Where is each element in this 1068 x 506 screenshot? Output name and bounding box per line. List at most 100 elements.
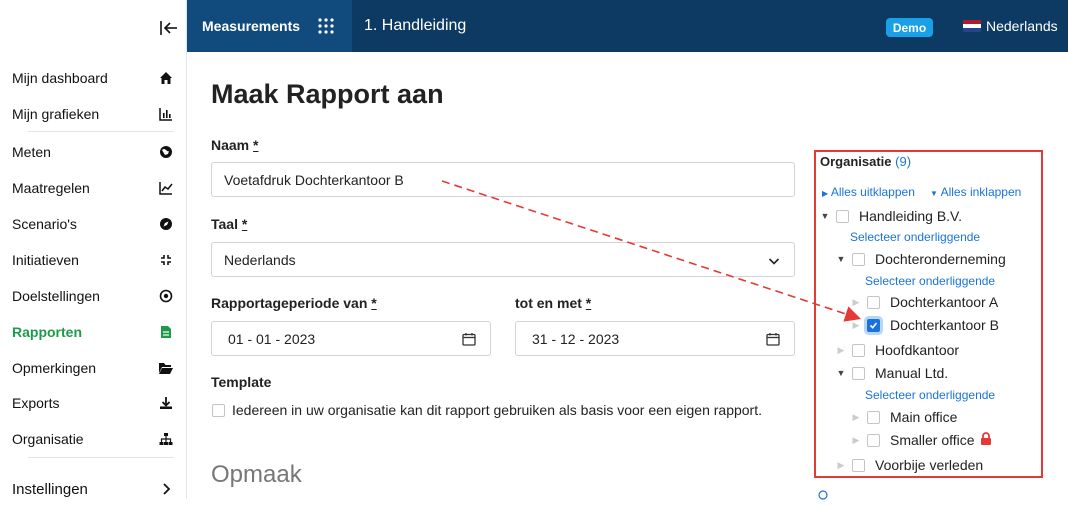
collapse-sidebar-icon[interactable] (158, 18, 180, 38)
tree-node-label: Dochterkantoor B (890, 317, 999, 333)
globe-icon (158, 144, 174, 160)
tree-node-label: Smaller office (890, 432, 975, 448)
node-checkbox[interactable] (852, 252, 865, 266)
name-label-text: Naam (211, 137, 250, 153)
period-from-label: Rapportageperiode van * (211, 295, 377, 311)
select-children-link[interactable]: Selecteer onderliggende (865, 274, 995, 288)
required-mark: * (585, 295, 592, 311)
tree-node[interactable]: ▶ Hoofdkantoor (836, 341, 960, 359)
organisation-panel: Organisatie (9) ▶ Alles uitklappen ▼ All… (814, 150, 1043, 478)
sidebar-item-scenarios[interactable]: Scenario's (0, 207, 186, 241)
sidebar-item-charts[interactable]: Mijn grafieken (0, 97, 186, 131)
period-to-value: 31 - 12 - 2023 (532, 330, 620, 347)
template-checkbox-text: Iedereen in uw organisatie kan dit rappo… (232, 402, 762, 418)
node-checkbox[interactable] (867, 433, 880, 447)
sidebar-item-initiatieven[interactable]: Initiatieven (0, 243, 186, 277)
tree-node[interactable]: ▼ Manual Ltd. (836, 364, 949, 382)
sidebar-item-exports[interactable]: Exports (0, 386, 186, 420)
download-icon (158, 395, 174, 411)
language-label: Nederlands (986, 18, 1058, 34)
template-option[interactable]: Iedereen in uw organisatie kan dit rappo… (212, 402, 762, 418)
expand-all-label: Alles uitklappen (830, 185, 915, 199)
tree-node[interactable]: ▶ Smaller office (851, 431, 992, 449)
sidebar-item-rapporten[interactable]: Rapporten (0, 315, 186, 349)
required-mark: * (241, 216, 248, 232)
sidebar-item-instellingen[interactable]: Instellingen (0, 472, 186, 506)
measurements-menu[interactable]: Measurements (187, 0, 352, 52)
tree-node[interactable]: ▼ Dochteronderneming (836, 250, 1006, 268)
period-to-date-input[interactable]: 31 - 12 - 2023 (515, 321, 795, 356)
language-label: Taal * (211, 216, 247, 232)
sidebar-item-label: Organisatie (12, 431, 84, 447)
node-checkbox[interactable] (867, 410, 880, 424)
node-checkbox-checked[interactable] (867, 318, 880, 332)
collapse-all-link[interactable]: ▼ Alles inklappen (930, 185, 1021, 199)
required-mark: * (253, 137, 259, 153)
target-icon (158, 288, 174, 304)
period-from-label-text: Rapportageperiode van (211, 295, 368, 311)
caret-down-icon[interactable]: ▼ (836, 254, 846, 264)
line-chart-icon (158, 180, 174, 196)
tree-node[interactable]: ▶ Dochterkantoor A (851, 293, 999, 311)
top-bar: Measurements 1. Handleiding Demo Nederla… (187, 0, 1068, 52)
caret-down-icon[interactable]: ▼ (836, 368, 846, 378)
select-children-link[interactable]: Selecteer onderliggende (850, 230, 980, 244)
sidebar-item-meten[interactable]: Meten (0, 135, 186, 169)
sidebar-item-label: Scenario's (12, 216, 77, 232)
collapse-all-label: Alles inklappen (940, 185, 1022, 199)
folder-open-icon (158, 360, 174, 376)
template-checkbox[interactable] (212, 403, 225, 417)
tree-node-label: Handleiding B.V. (859, 208, 963, 224)
sidebar-item-label: Mijn dashboard (12, 70, 108, 86)
bottom-link-icon[interactable] (818, 489, 828, 503)
caret-right-icon: ▶ (852, 296, 860, 307)
tree-node[interactable]: ▼ Handleiding B.V. (820, 207, 962, 225)
collapse-arrows-icon (158, 252, 174, 268)
sidebar-item-maatregelen[interactable]: Maatregelen (0, 171, 186, 205)
sidebar-item-label: Maatregelen (12, 180, 90, 196)
language-select[interactable]: Nederlands (211, 242, 795, 277)
node-checkbox[interactable] (867, 295, 880, 309)
sidebar-item-doelstellingen[interactable]: Doelstellingen (0, 279, 186, 313)
compass-icon (158, 216, 174, 232)
tree-node-label: Main office (890, 409, 958, 425)
node-checkbox[interactable] (852, 343, 865, 357)
period-from-date-input[interactable]: 01 - 01 - 2023 (211, 321, 491, 356)
select-children-link[interactable]: Selecteer onderliggende (865, 388, 995, 402)
tree-node[interactable]: ▶ Voorbije verleden (836, 456, 984, 474)
tree-node-label: Dochterkantoor A (890, 294, 999, 310)
sidebar-item-opmerkingen[interactable]: Opmerkingen (0, 351, 186, 385)
sidebar-item-label: Meten (12, 144, 51, 160)
apps-grid-icon[interactable] (318, 18, 334, 37)
language-selector[interactable]: Nederlands (963, 0, 1058, 52)
period-to-label-text: tot en met (515, 295, 582, 311)
sidebar: Mijn dashboard Mijn grafieken Meten Maat… (0, 0, 187, 499)
tree-node-label: Dochteronderneming (875, 251, 1006, 267)
caret-right-icon: ▶ (852, 319, 860, 330)
sidebar-item-dashboard[interactable]: Mijn dashboard (0, 61, 186, 95)
node-checkbox[interactable] (852, 458, 865, 472)
expand-all-link[interactable]: ▶ Alles uitklappen (822, 185, 915, 199)
name-label: Naam * (211, 137, 258, 153)
caret-right-icon: ▶ (852, 411, 860, 422)
document-icon (158, 324, 174, 340)
layout-heading: Opmaak (211, 461, 302, 488)
tree-node[interactable]: ▶ Dochterkantoor B (851, 316, 999, 334)
tree-node[interactable]: ▶ Main office (851, 408, 958, 426)
project-title[interactable]: 1. Handleiding (364, 0, 466, 52)
organisation-count: (9) (895, 154, 912, 169)
home-icon (158, 70, 174, 86)
caret-right-icon: ▶ (837, 459, 845, 470)
name-field[interactable]: Voetafdruk Dochterkantoor B (211, 162, 795, 197)
node-checkbox[interactable] (852, 366, 865, 380)
sidebar-item-label: Doelstellingen (12, 288, 100, 304)
calendar-icon[interactable] (766, 332, 780, 349)
period-to-label: tot en met * (515, 295, 591, 311)
demo-badge: Demo (886, 18, 933, 37)
name-value: Voetafdruk Dochterkantoor B (224, 171, 404, 188)
sidebar-item-organisatie[interactable]: Organisatie (0, 422, 186, 456)
caret-down-icon[interactable]: ▼ (820, 211, 830, 221)
calendar-icon[interactable] (462, 332, 476, 349)
node-checkbox[interactable] (836, 209, 849, 223)
organisation-title: Organisatie (9) (820, 154, 911, 169)
